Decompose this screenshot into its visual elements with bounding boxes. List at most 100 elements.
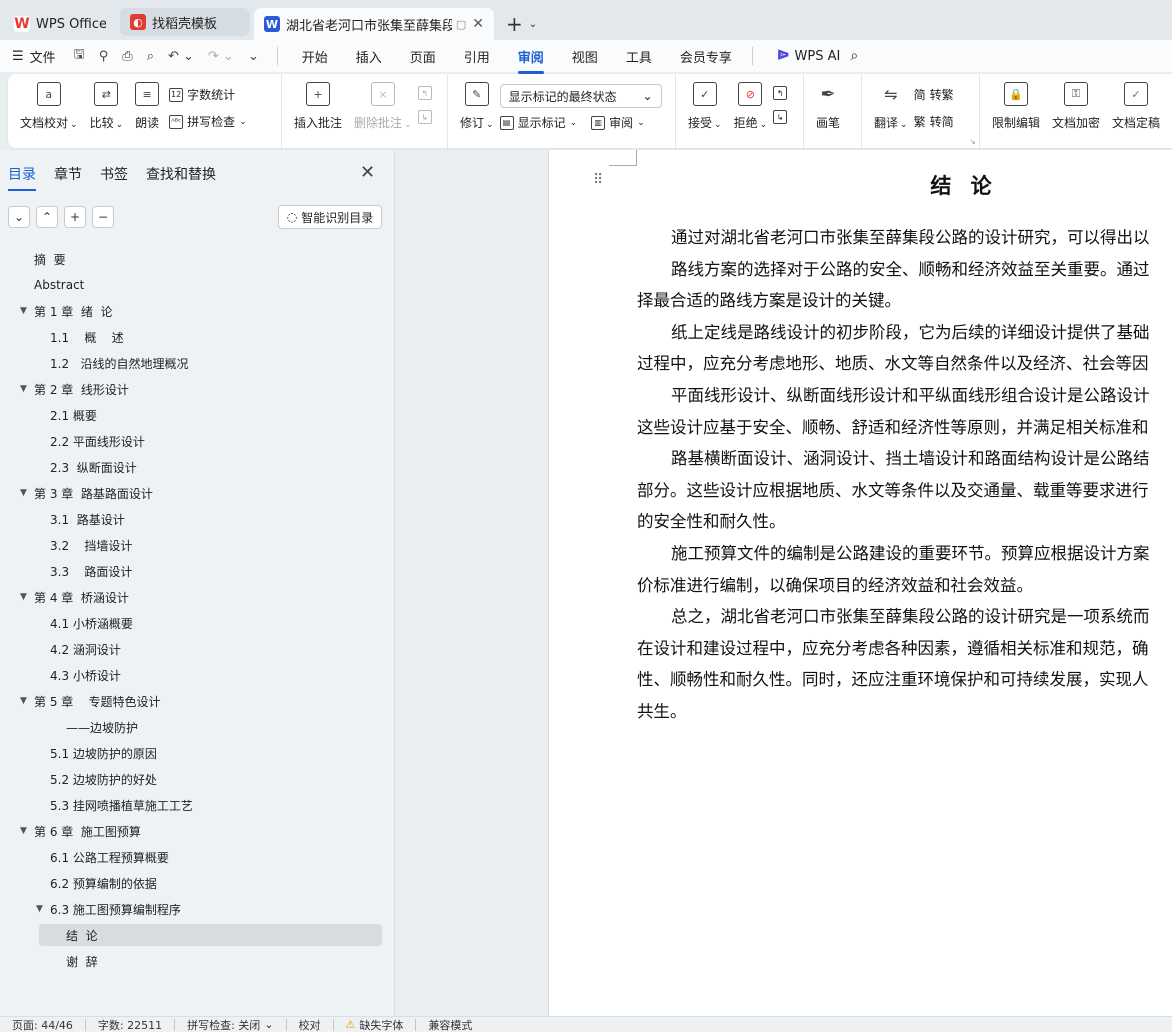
toc-item[interactable]: 6.1 公路工程预算概要	[0, 844, 395, 870]
document-page[interactable]: ⠿ 结 论 通过对湖北省老河口市张集至薛集段公路的设计研究，可以得出以 路线方案的…	[548, 150, 1172, 1016]
collapse-arrow-icon[interactable]: ▼	[20, 826, 27, 836]
collapse-arrow-icon[interactable]: ▼	[36, 904, 43, 914]
window-icon[interactable]: ▢	[456, 18, 466, 31]
toc-item[interactable]: 5.3 挂网喷播植草施工工艺	[0, 792, 395, 818]
remove-icon[interactable]: −	[92, 206, 114, 228]
spell-check-status[interactable]: 拼写检查: 关闭 ⌄	[187, 1017, 273, 1032]
menu-home[interactable]: 开始	[302, 47, 328, 66]
toc-item[interactable]: ▼ 第 1 章 绪 论	[0, 298, 395, 324]
toc-item[interactable]: ▼ 第 6 章 施工图预算	[0, 818, 395, 844]
save-icon[interactable]: 🖫	[74, 45, 85, 67]
page-indicator[interactable]: 页面: 44/46	[12, 1017, 73, 1032]
share-icon[interactable]: ⚲	[99, 49, 109, 64]
toc-item[interactable]: 结 论	[0, 922, 395, 948]
toc-item[interactable]: 3.2 挡墙设计	[0, 532, 395, 558]
next-comment-icon[interactable]: ↳	[417, 110, 432, 124]
close-icon[interactable]: ✕	[360, 162, 375, 183]
tab-wps-office[interactable]: W WPS Office	[4, 8, 116, 40]
smart-toc-button[interactable]: ◌ 智能识别目录	[278, 205, 382, 229]
toc-item[interactable]: ▼ 6.3 施工图预算编制程序	[0, 896, 395, 922]
redo-icon[interactable]: ↷ ⌄	[208, 49, 234, 64]
print-icon[interactable]: ⎙	[122, 49, 132, 64]
next-change-icon[interactable]: ↳	[773, 110, 788, 124]
undo-icon[interactable]: ↶ ⌄	[168, 49, 194, 64]
nav-tab-sections[interactable]: 章节	[54, 164, 82, 184]
toc-item[interactable]: 1.2 沿线的自然地理概况	[0, 350, 395, 376]
toc-item[interactable]: 2.3 纵断面设计	[0, 454, 395, 480]
to-traditional-button[interactable]: 简转繁	[914, 86, 954, 103]
close-icon[interactable]: ✕	[472, 16, 484, 32]
menu-tools[interactable]: 工具	[626, 47, 652, 66]
delete-comment-button[interactable]: × 删除批注 ⌄	[348, 82, 418, 131]
new-tab-button[interactable]: + ⌄	[498, 8, 537, 40]
restrict-edit-button[interactable]: 🔒 限制编辑	[986, 82, 1046, 131]
toc-item[interactable]: 4.2 涵洞设计	[0, 636, 395, 662]
compare-button[interactable]: ⇄ 比较 ⌄	[84, 82, 130, 131]
nav-tab-bookmarks[interactable]: 书签	[100, 164, 128, 184]
collapse-arrow-icon[interactable]: ▼	[20, 592, 27, 602]
toc-item[interactable]: ——边坡防护	[0, 714, 395, 740]
insert-comment-button[interactable]: + 插入批注	[288, 82, 348, 131]
add-icon[interactable]: +	[64, 206, 86, 228]
expand-down-icon[interactable]: ⌄	[8, 206, 30, 228]
missing-font-status[interactable]: ⚠ 缺失字体	[346, 1017, 404, 1032]
collapse-arrow-icon[interactable]: ▼	[20, 488, 27, 498]
collapse-arrow-icon[interactable]: ▼	[20, 696, 27, 706]
toc-item[interactable]: 5.2 边坡防护的好处	[0, 766, 395, 792]
toc-item[interactable]: ▼ 第 3 章 路基路面设计	[0, 480, 395, 506]
collapse-arrow-icon[interactable]: ▼	[20, 306, 27, 316]
reject-button[interactable]: ⊘ 拒绝 ⌄	[728, 82, 774, 131]
nav-tab-toc[interactable]: 目录	[8, 164, 36, 191]
spell-check-button[interactable]: ᴬᴮᶜ 拼写检查 ⌄	[169, 113, 247, 130]
finalize-button[interactable]: ✓ 文档定稿	[1106, 82, 1166, 131]
toc-item[interactable]: 5.1 边坡防护的原因	[0, 740, 395, 766]
toc-item[interactable]: 4.1 小桥涵概要	[0, 610, 395, 636]
toc-item[interactable]: 3.1 路基设计	[0, 506, 395, 532]
collapse-arrow-icon[interactable]: ▼	[20, 384, 27, 394]
toc-item[interactable]: 4.3 小桥设计	[0, 662, 395, 688]
tab-docer[interactable]: ◐ 找稻壳模板	[120, 8, 250, 36]
to-simplified-button[interactable]: 繁转简	[914, 113, 954, 130]
wps-ai-button[interactable]: ᐉ WPS AI	[777, 48, 840, 64]
menu-view[interactable]: 视图	[572, 47, 598, 66]
prev-change-icon[interactable]: ↰	[773, 86, 788, 100]
read-aloud-button[interactable]: ≡ 朗读	[129, 82, 165, 131]
toc-item[interactable]: ▼ 第 2 章 线形设计	[0, 376, 395, 402]
toc-item[interactable]: 1.1 概 述	[0, 324, 395, 350]
toc-item[interactable]: ▼ 第 5 章 专题特色设计	[0, 688, 395, 714]
review-pane-button[interactable]: ▥ 审阅 ⌄	[591, 114, 645, 131]
nav-tab-find-replace[interactable]: 查找和替换	[146, 164, 216, 184]
file-menu[interactable]: ☰ 文件	[12, 47, 56, 66]
doc-check-button[interactable]: a 文档校对 ⌄	[14, 82, 84, 131]
toc-item[interactable]: 2.2 平面线形设计	[0, 428, 395, 454]
revise-button[interactable]: ✎ 修订 ⌄	[454, 82, 500, 131]
tab-document[interactable]: W 湖北省老河口市张集至薛集段公 ▢ ✕	[254, 8, 494, 40]
translate-button[interactable]: ⇋ 翻译 ⌄	[868, 82, 914, 131]
show-markup-button[interactable]: ▤ 显示标记 ⌄	[499, 114, 577, 131]
expand-icon[interactable]: ↘	[969, 137, 976, 146]
word-count-button[interactable]: 12 字数统计	[169, 86, 247, 103]
toc-item[interactable]: 3.3 路面设计	[0, 558, 395, 584]
toc-item[interactable]: 摘 要	[0, 246, 395, 272]
menu-page[interactable]: 页面	[410, 47, 436, 66]
pen-button[interactable]: ✒ 画笔	[810, 82, 846, 131]
menu-references[interactable]: 引用	[464, 47, 490, 66]
toc-item[interactable]: 6.2 预算编制的依据	[0, 870, 395, 896]
more-icon[interactable]: ⌄	[248, 49, 259, 64]
toc-item[interactable]: Abstract	[0, 272, 395, 298]
collapse-up-icon[interactable]: ⌃	[36, 206, 58, 228]
search-icon[interactable]: ⌕	[850, 48, 858, 64]
toc-item[interactable]: 2.1 概要	[0, 402, 395, 428]
document-body[interactable]: 通过对湖北省老河口市张集至薛集段公路的设计研究，可以得出以 路线方案的选择对于公路…	[637, 222, 1172, 728]
prev-comment-icon[interactable]: ↰	[417, 86, 432, 100]
menu-member[interactable]: 会员专享	[680, 47, 732, 66]
proof-status[interactable]: 校对	[299, 1017, 321, 1032]
menu-insert[interactable]: 插入	[356, 47, 382, 66]
toc-item[interactable]: ▼ 第 4 章 桥涵设计	[0, 584, 395, 610]
word-count-status[interactable]: 字数: 22511	[98, 1017, 162, 1032]
accept-button[interactable]: ✓ 接受 ⌄	[682, 82, 728, 131]
encrypt-button[interactable]: ⚿ 文档加密	[1046, 82, 1106, 131]
display-state-select[interactable]: 显示标记的最终状态 ⌄	[499, 84, 662, 108]
print-preview-icon[interactable]: ⌕	[147, 49, 154, 64]
toc-item[interactable]: 谢 辞	[0, 948, 395, 974]
